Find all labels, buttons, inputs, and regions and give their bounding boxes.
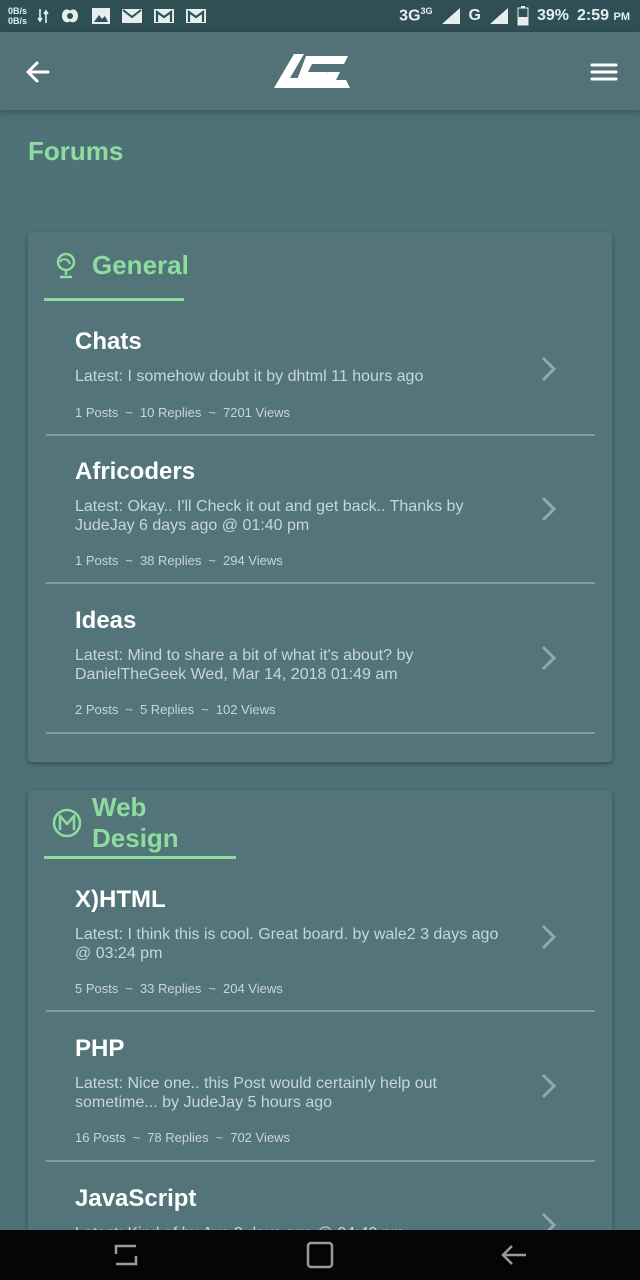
- posts-count: 1 Posts: [75, 553, 119, 568]
- forum-name: X)HTML: [75, 886, 166, 913]
- chevron-right-icon: [541, 924, 557, 950]
- page-title: Forums: [28, 136, 124, 166]
- forum-latest-post: Latest: Mind to share a bit of what it's…: [75, 647, 414, 683]
- forum-name: Africoders: [75, 458, 196, 485]
- forum-item-africoders[interactable]: Africoders Latest: Okay.. I'll Check it …: [46, 434, 595, 584]
- forum-name: JavaScript: [75, 1185, 197, 1212]
- hamburger-menu-icon: [590, 63, 618, 81]
- views-count: 102 Views: [215, 702, 276, 717]
- gmail-icon: [185, 8, 207, 24]
- replies-count: 38 Replies: [139, 553, 202, 568]
- views-count: 204 Views: [222, 981, 283, 996]
- recents-icon: [114, 1244, 138, 1266]
- category-header: Web Design: [44, 790, 236, 859]
- gmail-icon: [153, 8, 175, 24]
- mail-icon: [121, 8, 143, 24]
- forum-latest-post: Latest: I think this is cool. Great boar…: [75, 926, 499, 962]
- category-title: General: [92, 249, 189, 280]
- clock: 2:59 PM: [577, 7, 630, 24]
- network-g: G: [468, 7, 481, 24]
- forum-item-php[interactable]: PHP Latest: Nice one.. this Post would c…: [46, 1010, 595, 1162]
- replies-count: 10 Replies: [139, 405, 202, 420]
- forum-stats: 1 Posts ~38 Replies ~294 Views: [75, 553, 283, 568]
- africoders-logo-icon[interactable]: </>: [270, 48, 354, 94]
- menu-button[interactable]: [588, 56, 620, 88]
- category-card-web-design: Web Design X)HTML Latest: I think this i…: [28, 790, 612, 1250]
- forum-item-chats[interactable]: Chats Latest: I somehow doubt it by dhtm…: [46, 302, 595, 436]
- forum-name: Chats: [75, 328, 142, 355]
- chevron-right-icon: [541, 1073, 557, 1099]
- signal-icon: [441, 7, 461, 25]
- signal-icon: [489, 7, 509, 25]
- forum-stats: 5 Posts ~33 Replies ~204 Views: [75, 981, 283, 996]
- views-count: 702 Views: [230, 1130, 290, 1145]
- home-icon: [306, 1241, 334, 1269]
- image-icon: [91, 7, 111, 25]
- globe-icon: [52, 250, 82, 280]
- forum-stats: 16 Posts ~78 Replies ~702 Views: [75, 1130, 290, 1145]
- replies-count: 78 Replies: [147, 1130, 209, 1145]
- network-speed: 0B/s 0B/s: [8, 6, 27, 26]
- web-design-icon: [52, 808, 82, 838]
- forum-item-ideas[interactable]: Ideas Latest: Mind to share a bit of wha…: [46, 582, 595, 734]
- views-count: 7201 Views: [222, 405, 290, 420]
- app-bar: </>: [0, 32, 640, 110]
- forum-latest-post: Latest: I somehow doubt it by dhtml 11 h…: [75, 368, 424, 385]
- back-button[interactable]: [22, 56, 54, 88]
- arrow-back-icon: [26, 61, 50, 83]
- forum-latest-post: Latest: Nice one.. this Post would certa…: [75, 1075, 437, 1111]
- chevron-right-icon: [541, 496, 557, 522]
- replies-count: 5 Replies: [139, 702, 195, 717]
- recents-button[interactable]: [110, 1240, 142, 1270]
- category-header: General: [44, 232, 189, 301]
- forum-item-xhtml[interactable]: X)HTML Latest: I think this is cool. Gre…: [46, 860, 595, 1012]
- forum-stats: 1 Posts ~10 Replies ~7201 Views: [75, 405, 290, 420]
- nav-back-button[interactable]: [498, 1240, 530, 1270]
- status-bar: 0B/s 0B/s 3G3G G 39% 2:59 PM: [0, 0, 640, 32]
- forum-latest-post: Latest: Okay.. I'll Check it out and get…: [75, 498, 464, 534]
- system-nav-bar: [0, 1230, 640, 1280]
- forums-screen: 0B/s 0B/s 3G3G G 39% 2:59 PM </> Forums …: [0, 0, 640, 1280]
- posts-count: 2 Posts: [75, 702, 119, 717]
- data-transfer-icon: [37, 8, 49, 24]
- views-count: 294 Views: [222, 553, 283, 568]
- posts-count: 1 Posts: [75, 405, 119, 420]
- net-down: 0B/s: [8, 16, 28, 26]
- forum-name: PHP: [75, 1035, 125, 1062]
- forum-stats: 2 Posts ~5 Replies ~102 Views: [75, 702, 276, 717]
- replies-count: 33 Replies: [139, 981, 202, 996]
- nav-back-icon: [501, 1245, 526, 1265]
- forum-name: Ideas: [75, 607, 137, 634]
- chevron-right-icon: [541, 356, 557, 382]
- app-icon: [59, 5, 81, 27]
- net-up: 0B/s: [8, 6, 28, 16]
- chevron-right-icon: [541, 645, 557, 671]
- svg-text:</>: </>: [322, 65, 337, 74]
- network-3g: 3G3G: [399, 6, 433, 25]
- posts-count: 16 Posts: [75, 1130, 126, 1145]
- battery-level: 39%: [536, 7, 570, 24]
- home-button[interactable]: [304, 1240, 336, 1270]
- category-title: Web Design: [92, 792, 179, 853]
- posts-count: 5 Posts: [75, 981, 119, 996]
- battery-icon: [517, 6, 529, 26]
- category-card-general: General Chats Latest: I somehow doubt it…: [28, 232, 612, 762]
